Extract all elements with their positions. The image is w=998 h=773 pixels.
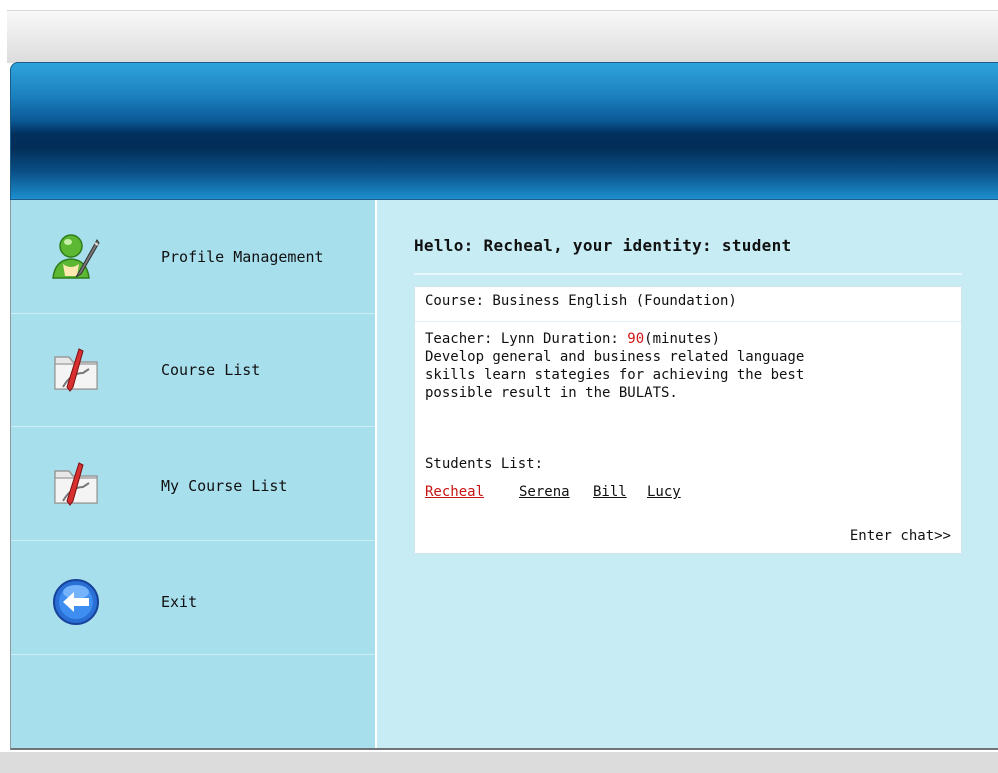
sidebar-item-my-course-list[interactable]: My Course List (11, 427, 375, 541)
sidebar-item-profile-management[interactable]: Profile Management (11, 200, 375, 314)
course-description-line: skills learn stategies for achieving the… (425, 367, 805, 383)
sidebar-item-label: Exit (161, 593, 198, 611)
sidebar-item-label: My Course List (161, 477, 288, 495)
sidebar-item-exit[interactable]: Exit (11, 541, 375, 655)
teacher-duration: Teacher: Lynn Duration: 90(minutes) (425, 331, 721, 347)
user-edit-icon (52, 234, 100, 279)
students-list-label: Students List: (425, 456, 544, 472)
folder-pen-icon (54, 348, 98, 392)
divider (414, 273, 962, 275)
course-card: Course: Business English (Foundation) Te… (414, 286, 962, 554)
student-link-recheal[interactable]: Recheal (425, 484, 484, 500)
student-link-bill[interactable]: Bill (593, 484, 627, 500)
top-toolbar (7, 10, 998, 63)
user-name: Recheal (483, 236, 554, 255)
sidebar-item-course-list[interactable]: Course List (11, 313, 375, 427)
course-description-line: Develop general and business related lan… (425, 349, 805, 365)
sidebar-item-label: Profile Management (161, 248, 324, 266)
back-arrow-icon (53, 579, 99, 625)
bottom-bar (0, 752, 998, 773)
duration-value: 90 (627, 331, 645, 347)
sidebar: Profile Management Course List My Course… (11, 200, 377, 748)
student-link-serena[interactable]: Serena (519, 484, 570, 500)
folder-pen-icon (54, 462, 98, 506)
identity-value: student (721, 236, 792, 255)
sidebar-item-label: Course List (161, 361, 261, 379)
greeting-text: Hello: Recheal, your identity: student (414, 236, 792, 255)
enter-chat-link[interactable]: Enter chat>> (850, 528, 951, 544)
divider (415, 321, 961, 322)
course-title: Course: Business English (Foundation) (425, 293, 737, 309)
student-link-lucy[interactable]: Lucy (647, 484, 681, 500)
course-description-line: possible result in the BULATS. (425, 385, 678, 401)
header-banner (10, 62, 998, 200)
